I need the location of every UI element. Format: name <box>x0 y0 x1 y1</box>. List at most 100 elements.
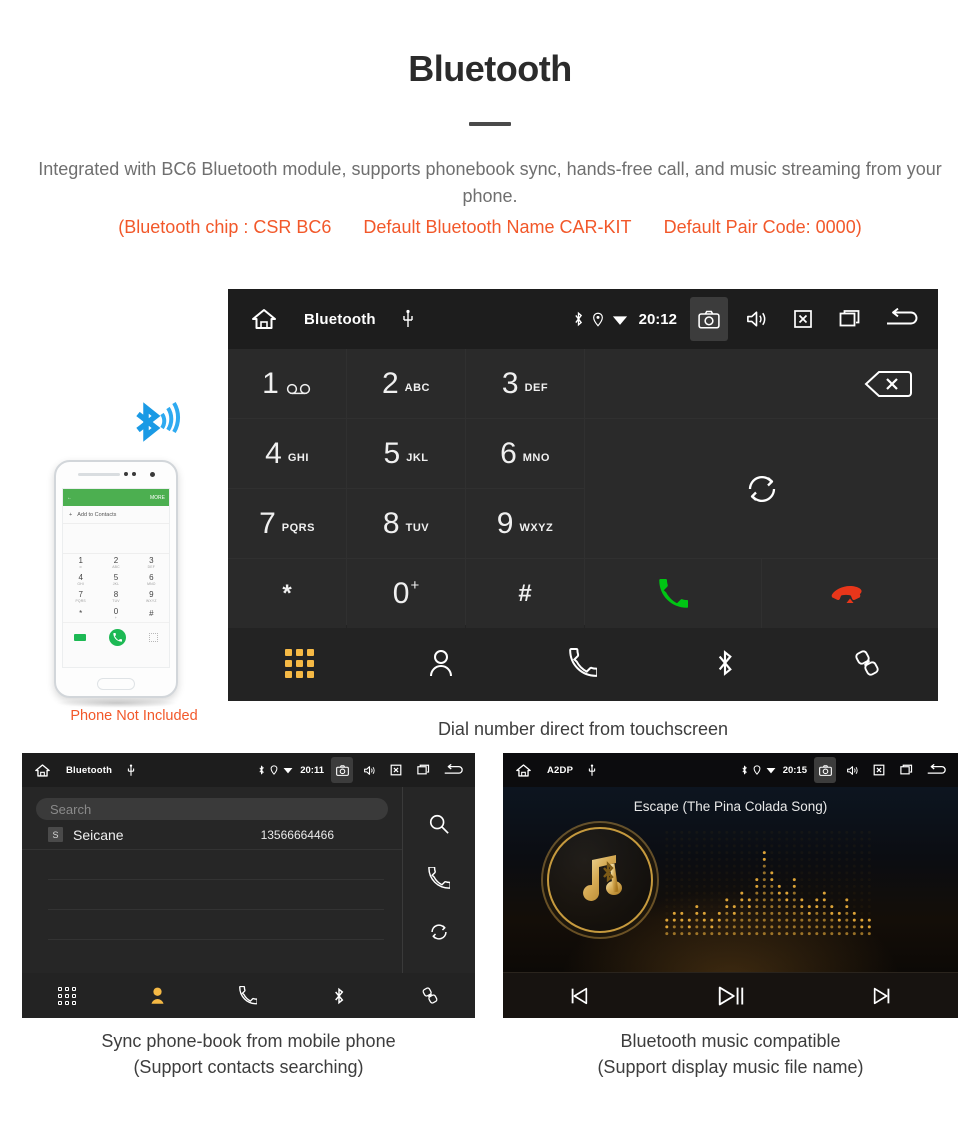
phone-key: * <box>79 608 83 618</box>
dial-key-number: 1 <box>262 366 279 400</box>
end-call-icon <box>831 585 862 603</box>
bluetooth-wave-icon <box>136 401 180 442</box>
back-icon[interactable] <box>922 757 950 783</box>
previous-button[interactable] <box>503 985 655 1007</box>
end-call-button[interactable] <box>762 559 938 628</box>
phone-app-bar: ← MORE <box>63 489 169 506</box>
location-pin-icon <box>592 312 603 327</box>
recents-icon[interactable] <box>412 757 434 783</box>
mute-icon[interactable] <box>784 297 822 341</box>
dialer-caption: Dial number direct from touchscreen <box>437 719 729 739</box>
call-log-icon <box>428 865 451 889</box>
tab-dialpad[interactable] <box>22 973 113 1018</box>
call-button[interactable] <box>428 865 451 894</box>
tab-link[interactable] <box>796 625 938 701</box>
dial-key-3[interactable]: 3 DEF <box>466 349 584 418</box>
music-stage: Escape (The Pina Colada Song) <box>503 787 958 972</box>
contact-row-empty <box>48 850 384 880</box>
dial-key-hash[interactable]: # <box>466 559 584 628</box>
phone-action-row <box>63 622 169 652</box>
home-icon[interactable] <box>250 307 278 331</box>
play-pause-button[interactable] <box>655 982 807 1010</box>
keypad-toggle-icon <box>148 633 158 642</box>
dialpad-grid: 1 2 ABC 3 DEF 4 GHI 5 JKL 6 MNO 7 PQRS 8… <box>228 349 938 628</box>
bluetooth-icon <box>574 311 582 327</box>
dial-key-number: 8 <box>382 506 400 540</box>
music-note-bluetooth-icon <box>583 855 622 901</box>
contact-name: Seicane <box>73 826 124 843</box>
link-icon <box>422 987 438 1004</box>
phone-earpiece <box>56 462 176 486</box>
dial-key-star[interactable]: * <box>228 559 346 628</box>
dial-key-letters: MNO <box>522 451 550 464</box>
dialpad-icon <box>58 986 77 1005</box>
head-unit-music-screen: A2DP 20:15 Escape (The Pina Colada Song) <box>503 753 958 1018</box>
tab-bluetooth[interactable] <box>294 973 385 1018</box>
dial-key-8[interactable]: 8 TUV <box>347 489 465 558</box>
dial-key-1[interactable]: 1 <box>228 349 346 418</box>
camera-icon[interactable] <box>331 757 353 783</box>
dialpad-icon <box>284 648 314 678</box>
screen-title: Bluetooth <box>66 764 113 776</box>
home-icon[interactable] <box>34 763 51 778</box>
call-button[interactable] <box>585 559 761 628</box>
dial-key-9[interactable]: 9 WXYZ <box>466 489 584 558</box>
dial-key-0[interactable]: 0 + <box>347 559 465 628</box>
dial-key-letters: JKL <box>406 451 429 464</box>
dial-key-6[interactable]: 6 MNO <box>466 419 584 488</box>
contact-row[interactable]: S Seicane 13566664466 <box>22 820 402 850</box>
back-icon[interactable] <box>439 757 467 783</box>
phone-screen: ← MORE + Add to Contacts 1 ∞ 2 ABC 3 DEF 4G… <box>62 488 170 668</box>
tab-link[interactable] <box>384 973 475 1018</box>
video-call-icon <box>74 634 87 641</box>
music-caption-line1: Bluetooth music compatible <box>620 1031 841 1051</box>
tab-call-log[interactable] <box>512 625 654 701</box>
number-display[interactable] <box>585 349 938 418</box>
dial-key-number: 9 <box>496 506 514 540</box>
recents-icon[interactable] <box>895 757 917 783</box>
dial-key-5[interactable]: 5 JKL <box>347 419 465 488</box>
usb-icon <box>127 763 135 776</box>
dial-key-4[interactable]: 4 GHI <box>228 419 346 488</box>
contacts-icon <box>430 650 452 677</box>
song-title: Escape (The Pina Colada Song) <box>633 799 828 814</box>
wifi-icon <box>283 768 293 774</box>
dial-key-2[interactable]: 2 ABC <box>347 349 465 418</box>
contact-row-empty <box>48 910 384 940</box>
sync-button[interactable] <box>428 921 450 948</box>
mute-icon[interactable] <box>385 757 407 783</box>
volume-icon[interactable] <box>737 297 775 341</box>
backspace-icon[interactable] <box>864 369 912 399</box>
tab-call-log[interactable] <box>203 973 294 1018</box>
status-bar: Bluetooth 20:12 <box>228 289 938 349</box>
transfer-audio-button[interactable] <box>585 419 938 558</box>
next-button[interactable] <box>806 985 958 1007</box>
search-input[interactable]: Search <box>36 798 388 820</box>
camera-icon[interactable] <box>690 297 728 341</box>
phone-key: 1 ∞ <box>78 555 83 569</box>
play-pause-icon <box>718 986 743 1005</box>
volume-icon[interactable] <box>841 757 863 783</box>
phonebook-body: Search S Seicane 13566664466 <box>22 787 475 973</box>
recents-icon[interactable] <box>831 297 869 341</box>
home-icon[interactable] <box>515 763 532 778</box>
music-controls <box>503 972 958 1018</box>
back-icon[interactable] <box>878 297 924 341</box>
spec-line: (Bluetooth chip : CSR BC6 Default Blueto… <box>0 217 980 238</box>
phone-key: 6 MNO <box>147 572 156 586</box>
spec-chip: (Bluetooth chip : CSR BC6 <box>118 217 332 238</box>
tab-dialpad[interactable] <box>228 625 370 701</box>
tab-contacts[interactable] <box>370 625 512 701</box>
link-icon <box>855 650 879 676</box>
phone-key: 4 GHI <box>77 572 84 586</box>
camera-icon[interactable] <box>814 757 836 783</box>
volume-icon[interactable] <box>358 757 380 783</box>
dial-key-7[interactable]: 7 PQRS <box>228 489 346 558</box>
search-button[interactable] <box>428 813 450 840</box>
phone-shadow <box>56 698 178 708</box>
mute-icon[interactable] <box>868 757 890 783</box>
tab-contacts[interactable] <box>113 973 204 1018</box>
dial-key-number: 5 <box>383 436 401 470</box>
tab-bluetooth[interactable] <box>654 625 796 701</box>
phone-key: # <box>149 608 154 618</box>
